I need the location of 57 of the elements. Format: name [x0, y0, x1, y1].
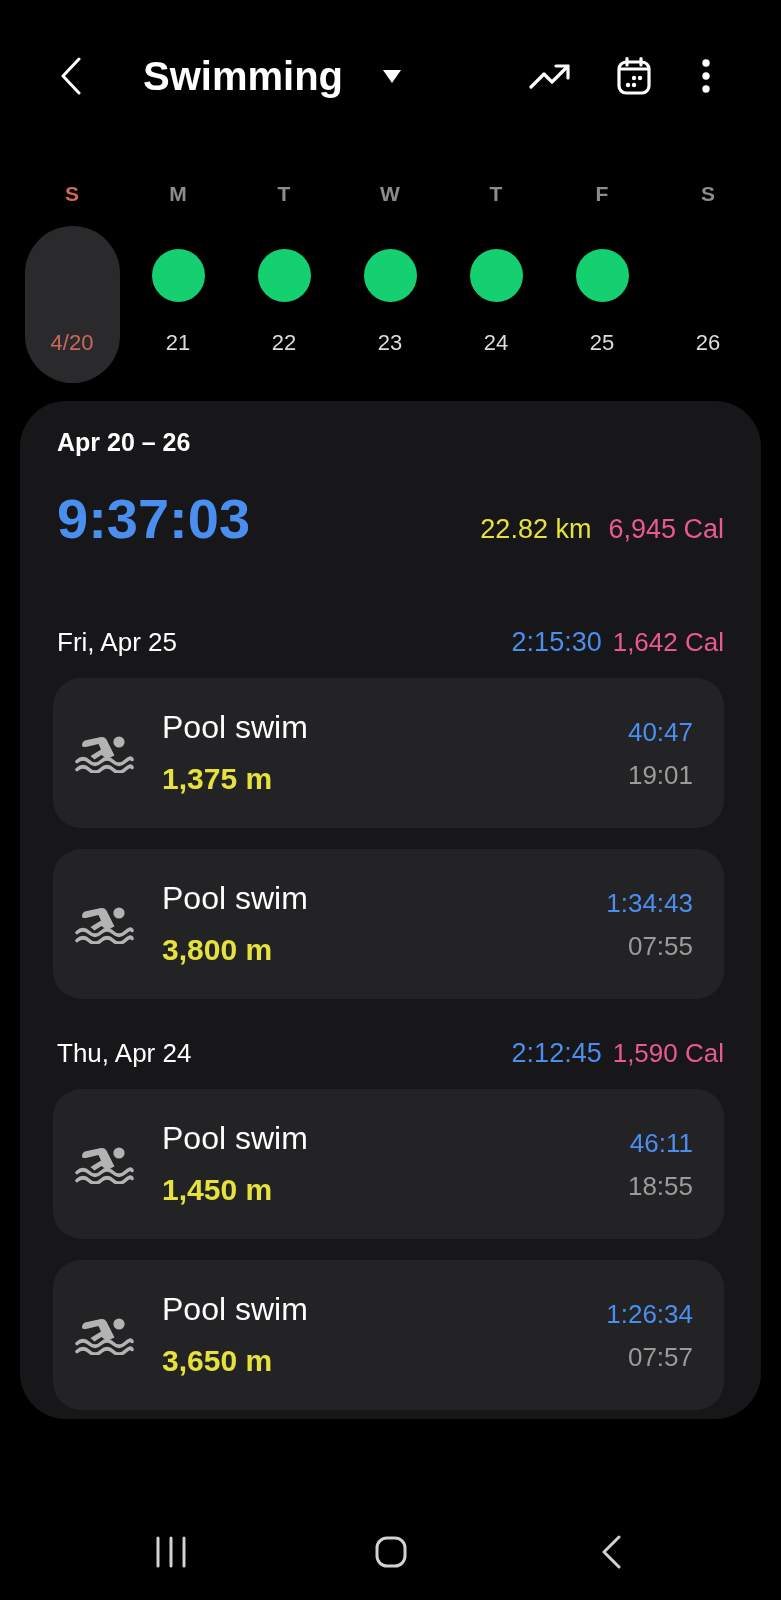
day-calories: 1,590 Cal	[612, 1038, 724, 1068]
back-icon[interactable]	[60, 57, 82, 95]
caret-icon	[383, 69, 402, 83]
workout-duration: 1:26:34	[606, 1298, 693, 1329]
workout-duration: 46:11	[629, 1127, 693, 1158]
workout-distance: 3,650 m	[162, 1343, 273, 1379]
day-date: Fri, Apr 25	[57, 627, 177, 657]
weekday-label: T	[277, 181, 291, 207]
swimmer-icon	[74, 904, 135, 944]
trending-up-icon[interactable]	[529, 63, 571, 89]
weekday-label: M	[169, 181, 187, 207]
workout-card[interactable]: Pool swim 3,800 m 1:34:43 07:55	[53, 849, 724, 999]
total-calories: 6,945 Cal	[608, 513, 724, 545]
workout-name: Pool swim	[162, 880, 308, 916]
day-calories: 1,642 Cal	[612, 627, 724, 657]
workout-name: Pool swim	[162, 1120, 308, 1156]
weekday-label: S	[701, 181, 715, 207]
workout-duration: 40:47	[627, 716, 693, 747]
day-button[interactable]: 24	[448, 226, 544, 383]
day-button[interactable]: 25	[554, 226, 650, 383]
workout-distance: 1,375 m	[162, 761, 273, 797]
weekday-label: W	[380, 181, 400, 207]
day-button[interactable]: 4/20	[24, 226, 120, 383]
workout-card[interactable]: Pool swim 1,450 m 46:11 18:55	[53, 1089, 724, 1239]
calendar-icon[interactable]	[617, 57, 651, 95]
weekday-label: S	[65, 181, 79, 207]
workout-card[interactable]: Pool swim 1,375 m 40:47 19:01	[53, 678, 724, 828]
workout-start-time: 07:57	[627, 1341, 693, 1372]
swimmer-icon	[74, 1315, 135, 1355]
day-button[interactable]: 23	[342, 226, 438, 383]
total-duration: 9:37:03	[57, 486, 251, 552]
swimmer-icon	[74, 1144, 135, 1184]
more-icon[interactable]	[702, 59, 710, 93]
workout-distance: 1,450 m	[162, 1172, 273, 1208]
workout-card[interactable]: Pool swim 3,650 m 1:26:34 07:57	[53, 1260, 724, 1410]
workout-start-time: 07:55	[627, 930, 693, 961]
weekday-label: T	[489, 181, 503, 207]
workout-distance: 3,800 m	[162, 932, 273, 968]
week-range: Apr 20 – 26	[57, 427, 191, 457]
weekday-label: F	[595, 181, 609, 207]
total-distance: 22.82 km	[480, 513, 592, 545]
workout-name: Pool swim	[162, 1291, 308, 1327]
day-duration: 2:15:30	[511, 627, 602, 657]
workout-duration: 1:34:43	[606, 887, 693, 918]
back-icon[interactable]	[600, 1535, 621, 1569]
activity-dropdown[interactable]: Swimming	[143, 52, 402, 100]
day-button[interactable]: 21	[130, 226, 226, 383]
workout-name: Pool swim	[162, 709, 308, 745]
day-duration: 2:12:45	[511, 1038, 602, 1068]
recents-icon[interactable]	[154, 1536, 187, 1568]
workout-start-time: 18:55	[627, 1170, 693, 1201]
swimmer-icon	[74, 733, 135, 773]
workout-start-time: 19:01	[627, 759, 693, 790]
day-button[interactable]: 26	[660, 226, 756, 383]
day-button[interactable]: 22	[236, 226, 332, 383]
home-icon[interactable]	[374, 1536, 407, 1568]
day-date: Thu, Apr 24	[57, 1038, 192, 1068]
